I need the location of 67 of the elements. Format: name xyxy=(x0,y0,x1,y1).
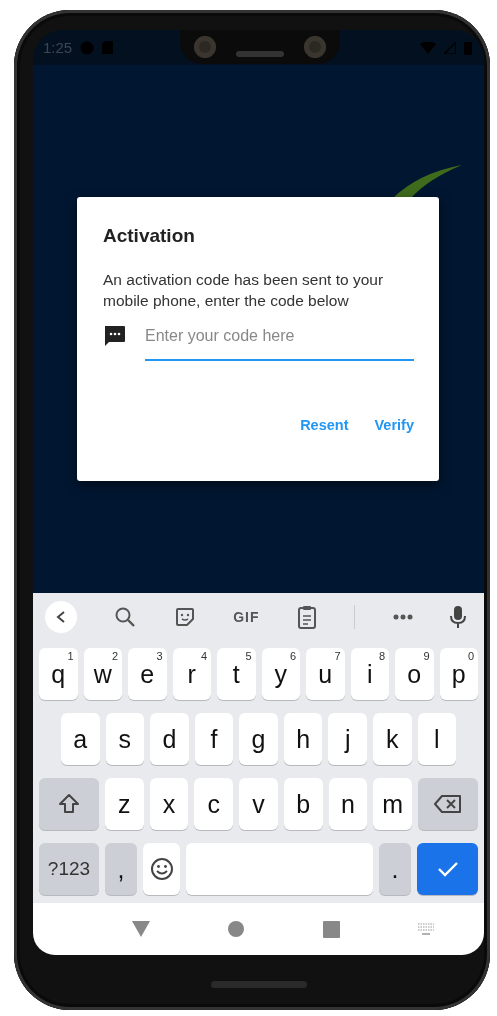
sticker-icon[interactable] xyxy=(173,606,196,628)
more-icon[interactable] xyxy=(392,614,413,620)
sd-card-icon xyxy=(102,41,114,54)
dialog-title: Activation xyxy=(103,225,196,247)
key-hint: 0 xyxy=(467,650,474,662)
key-hint: 9 xyxy=(423,650,430,662)
keyboard-key[interactable]: o 9 xyxy=(395,648,434,700)
data-saver-icon xyxy=(80,40,95,55)
keyboard-key[interactable]: i 8 xyxy=(350,648,389,700)
key-hint: 1 xyxy=(67,650,74,662)
backspace-icon xyxy=(434,794,463,814)
keyboard-key[interactable]: e 3 xyxy=(128,648,167,700)
message-icon xyxy=(103,325,126,348)
keyboard-key[interactable]: m xyxy=(373,778,413,830)
keyboard-key[interactable]: s xyxy=(105,713,145,765)
keyboard-key[interactable]: f xyxy=(194,713,234,765)
collapse-button[interactable] xyxy=(45,601,77,633)
back-icon[interactable] xyxy=(131,921,150,937)
code-input-field[interactable]: Enter your code here xyxy=(145,325,414,361)
keyboard-key[interactable]: h xyxy=(283,713,323,765)
symbols-key[interactable]: ?123 xyxy=(39,843,99,895)
chevron-left-icon xyxy=(55,610,67,624)
keyboard-key[interactable]: b xyxy=(283,778,323,830)
key-hint: 2 xyxy=(111,650,118,662)
battery-icon xyxy=(464,40,472,55)
microphone-icon[interactable] xyxy=(449,605,466,629)
key-hint: 3 xyxy=(156,650,163,662)
key-hint: 5 xyxy=(245,650,252,662)
keyboard-key[interactable]: a xyxy=(61,713,100,765)
keyboard-key[interactable]: u 7 xyxy=(306,648,345,700)
keyboard-key[interactable]: j xyxy=(328,713,367,765)
gif-button[interactable]: GIF xyxy=(233,609,260,625)
keyboard-key[interactable]: d xyxy=(150,713,189,765)
keyboard-key[interactable]: x xyxy=(149,778,189,830)
keyboard-key[interactable]: k xyxy=(372,713,412,765)
key-hint: 4 xyxy=(200,650,207,662)
keyboard-key[interactable]: . xyxy=(379,843,411,895)
recents-icon[interactable] xyxy=(322,920,340,938)
home-icon[interactable] xyxy=(227,920,246,938)
keyboard-key[interactable]: c xyxy=(194,778,234,830)
shift-icon xyxy=(57,792,81,816)
key-hint: 6 xyxy=(289,650,296,662)
check-icon xyxy=(436,860,459,878)
key-hint: 7 xyxy=(334,650,341,662)
keyboard-key[interactable]: v xyxy=(239,778,278,830)
keyboard-key[interactable]: l xyxy=(417,713,457,765)
emoji-icon xyxy=(149,857,174,881)
keyboard-key[interactable]: q 1 xyxy=(39,648,78,700)
enter-key[interactable] xyxy=(417,843,478,895)
keyboard-key[interactable]: g xyxy=(239,713,278,765)
keyboard-key[interactable]: n xyxy=(328,778,368,830)
emoji-key[interactable] xyxy=(143,843,180,895)
key-hint: 8 xyxy=(378,650,385,662)
shift-key[interactable] xyxy=(39,778,99,830)
keyboard-key[interactable]: y 6 xyxy=(261,648,300,700)
search-icon[interactable] xyxy=(114,606,137,628)
keyboard-key[interactable]: p 0 xyxy=(439,648,478,700)
keyboard-key[interactable]: , xyxy=(105,843,137,895)
backspace-key[interactable] xyxy=(418,778,479,830)
clipboard-icon[interactable] xyxy=(296,605,317,629)
keyboard-key[interactable]: t 5 xyxy=(217,648,256,700)
keyboard-key[interactable]: w 2 xyxy=(83,648,122,700)
keyboard-key[interactable]: r 4 xyxy=(172,648,211,700)
wifi-icon xyxy=(420,41,436,54)
keyboard-key[interactable]: z xyxy=(105,778,144,830)
signal-icon xyxy=(444,41,456,54)
dialog-message: An activation code has been sent to your mobile phone, enter the code below xyxy=(103,270,385,311)
